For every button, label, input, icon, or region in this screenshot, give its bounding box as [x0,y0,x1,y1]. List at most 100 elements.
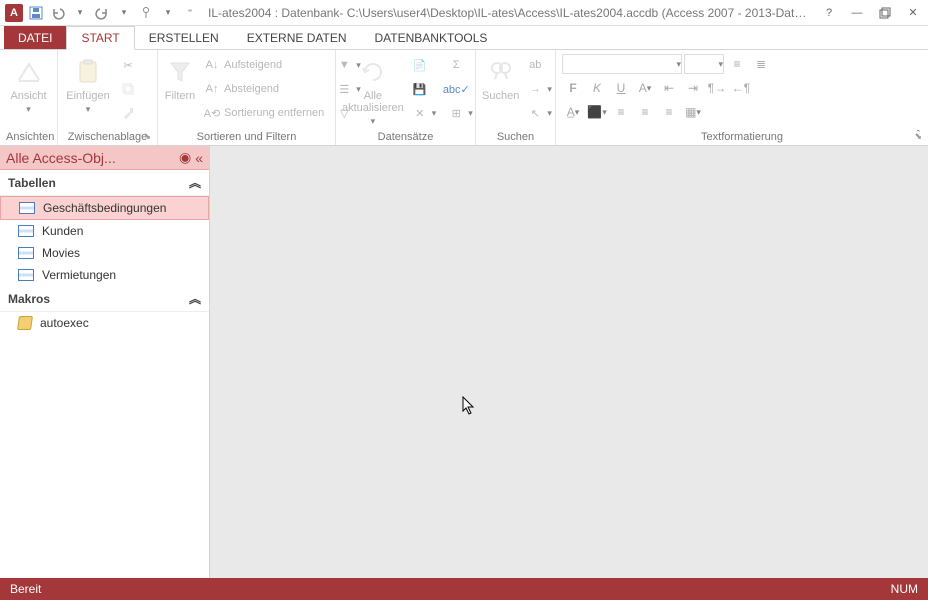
delete-record-button[interactable]: ✕▾ [408,102,441,124]
title-bar: A ▾ ▾ ▾ ⁼ IL-ates2004 : Datenbank- C:\Us… [0,0,928,26]
navitem-geschaeftsbedingungen[interactable]: Geschäftsbedingungen [0,196,209,220]
restore-icon[interactable] [874,3,896,23]
cursor-icon [462,396,476,421]
window-controls: ? — ✕ [818,3,924,23]
gridlines-button[interactable]: ▦▾ [682,102,704,122]
dialog-launcher-icon[interactable]: ⬊ [143,131,151,142]
tab-erstellen[interactable]: ERSTELLEN [135,26,233,49]
outdent-button[interactable]: ⇤ [658,78,680,98]
sort-entfernen-button[interactable]: A⟲Sortierung entfernen [200,102,328,124]
suchen-button[interactable]: Suchen [482,54,519,102]
table-icon [18,269,34,281]
rtl-button[interactable]: ←¶ [730,78,752,98]
sigma-icon: Σ [448,57,464,73]
navitem-vermietungen[interactable]: Vermietungen [0,264,209,286]
cut-button[interactable]: ✂ [116,54,140,76]
suchen-label: Suchen [482,90,519,102]
category-makros[interactable]: Makros︽ [0,286,209,312]
cut-icon: ✂ [120,57,136,73]
navitem-autoexec[interactable]: autoexec [0,312,209,334]
aktualisieren-button[interactable]: Alle aktualisieren ▾ [342,54,404,127]
group-zwischenablage: Einfügen ▾ ✂ Zwischenablage⬊ [58,50,158,145]
group-label-suchen: Suchen [482,129,549,143]
numbering-button[interactable]: ≣ [750,54,772,74]
ltr-button[interactable]: ¶→ [706,78,728,98]
navpane-dropdown-icon[interactable]: ◉ [179,149,191,166]
font-family-dropdown[interactable]: ▾ [562,54,682,74]
group-textformatierung: ▾ ▾ ≡ ≣ F K U A▾ ⇤ ⇥ ¶→ ←¶ A̲▾ ⬛▾ ≡ ≡ ≡ [556,50,928,145]
save-icon[interactable] [26,3,46,23]
new-icon: 📄 [412,57,428,73]
collapse-category-icon: ︽ [189,174,201,191]
ribbon-tabs: DATEI START ERSTELLEN EXTERNE DATEN DATE… [0,26,928,50]
select-button[interactable]: ↖▾ [523,102,556,124]
aktualisieren-label: Alle aktualisieren [342,90,404,114]
more-icon: ⊞ [448,105,464,121]
group-sortieren-filtern: Filtern A↓Aufsteigend A↑Absteigend A⟲Sor… [158,50,336,145]
navigation-pane: Alle Access-Obj... ◉« Tabellen︽ Geschäft… [0,146,210,578]
tab-externe-daten[interactable]: EXTERNE DATEN [233,26,361,49]
new-record-button[interactable]: 📄 [408,54,441,76]
italic-button[interactable]: K [586,78,608,98]
goto-button[interactable]: →▾ [523,78,556,100]
status-left: Bereit [10,582,41,596]
navitem-movies[interactable]: Movies [0,242,209,264]
ansicht-button[interactable]: Ansicht ▾ [6,54,51,115]
tab-start[interactable]: START [66,26,134,50]
touch-mode-icon[interactable] [136,3,156,23]
document-area [210,146,928,578]
einfuegen-button[interactable]: Einfügen ▾ [64,54,112,115]
refresh-icon [357,56,389,88]
absteigend-button[interactable]: A↑Absteigend [200,78,328,100]
redo-dropdown-icon[interactable]: ▾ [114,3,134,23]
chevron-down-icon: ▾ [86,104,91,115]
replace-button[interactable]: ab [523,54,556,76]
underline-button[interactable]: U [610,78,632,98]
navpane-collapse-icon[interactable]: « [195,150,203,166]
goto-icon: → [527,81,543,97]
brush-icon [120,105,136,121]
save-record-button[interactable]: 💾 [408,78,441,100]
collapse-category-icon: ︽ [189,290,201,307]
group-label-textformat: Textformatierung⬊ [562,129,922,143]
navitem-kunden[interactable]: Kunden [0,220,209,242]
sort-desc-icon: A↑ [204,81,220,97]
redo-icon[interactable] [92,3,112,23]
qat-customize-icon[interactable]: ⁼ [180,3,200,23]
table-icon [18,225,34,237]
bullets-button[interactable]: ≡ [726,54,748,74]
collapse-ribbon-icon[interactable]: ˆ [916,129,920,141]
select-icon: ↖ [527,105,543,121]
category-tabellen[interactable]: Tabellen︽ [0,170,209,196]
font-color-button[interactable]: A▾ [634,78,656,98]
chevron-down-icon: ▾ [371,116,376,127]
copy-button[interactable] [116,78,140,100]
indent-button[interactable]: ⇥ [682,78,704,98]
aufsteigend-button[interactable]: A↓Aufsteigend [200,54,328,76]
align-center-button[interactable]: ≡ [634,102,656,122]
minimize-icon[interactable]: — [846,3,868,23]
fill-color-button[interactable]: A̲▾ [562,102,584,122]
font-size-dropdown[interactable]: ▾ [684,54,724,74]
totals-button[interactable]: Σ [444,54,477,76]
help-icon[interactable]: ? [818,3,840,23]
spelling-button[interactable]: abc✓ [444,78,477,100]
tab-datei[interactable]: DATEI [4,26,66,49]
tab-datenbanktools[interactable]: DATENBANKTOOLS [361,26,502,49]
filtern-button[interactable]: Filtern [164,54,196,102]
bold-button[interactable]: F [562,78,584,98]
align-left-button[interactable]: ≡ [610,102,632,122]
filter-icon [164,56,196,88]
close-icon[interactable]: ✕ [902,3,924,23]
group-datensaetze: Alle aktualisieren ▾ 📄 💾 ✕▾ Σ abc✓ ⊞▾ Da… [336,50,476,145]
align-right-button[interactable]: ≡ [658,102,680,122]
macro-icon [17,316,33,330]
more-records-button[interactable]: ⊞▾ [444,102,477,124]
highlight-button[interactable]: ⬛▾ [586,102,608,122]
undo-dropdown-icon[interactable]: ▾ [70,3,90,23]
qat-more-icon[interactable]: ▾ [158,3,178,23]
navpane-header[interactable]: Alle Access-Obj... ◉« [0,146,209,170]
undo-icon[interactable] [48,3,68,23]
filtern-label: Filtern [165,90,196,102]
format-painter-button[interactable] [116,102,140,124]
